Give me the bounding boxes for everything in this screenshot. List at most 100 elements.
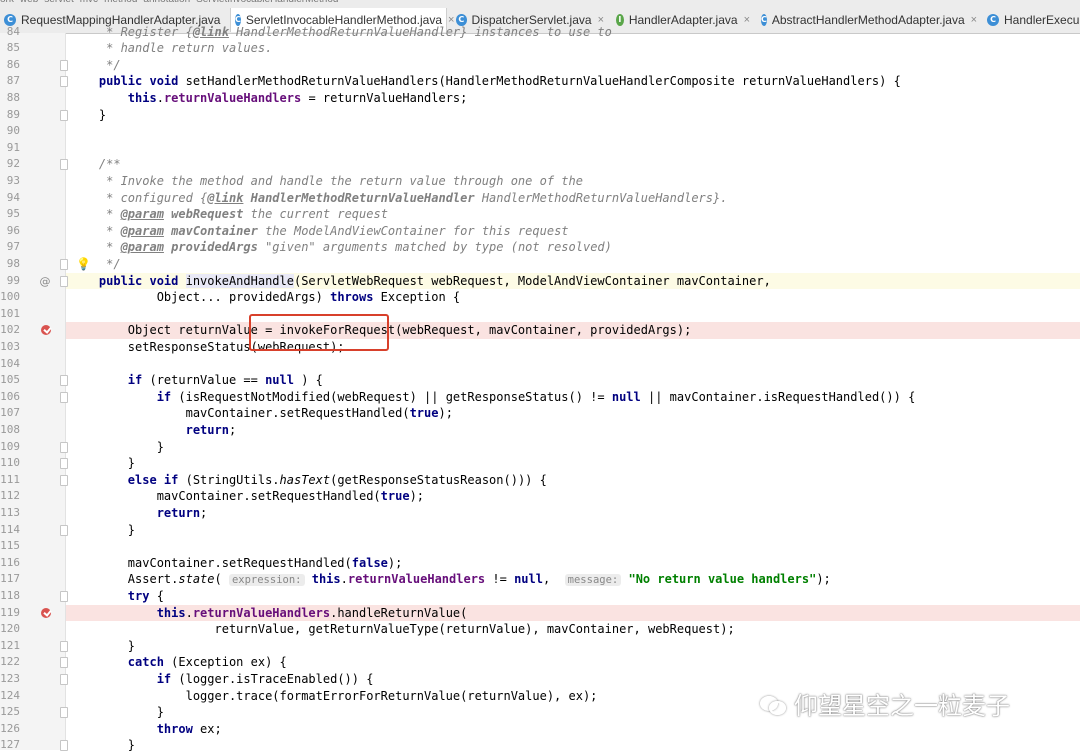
line-number[interactable]: 97 xyxy=(0,239,20,256)
line-number[interactable]: 126 xyxy=(0,721,20,738)
line-number[interactable]: 88 xyxy=(0,90,20,107)
code-text[interactable]: } xyxy=(70,522,135,539)
code-line[interactable]: 104 xyxy=(0,356,1080,373)
code-line[interactable]: 118 try { xyxy=(0,588,1080,605)
line-number[interactable]: 103 xyxy=(0,339,20,356)
code-text[interactable]: this.returnValueHandlers = returnValueHa… xyxy=(70,90,468,107)
fold-toggle-icon[interactable] xyxy=(60,375,68,387)
breadcrumb-item[interactable]: ork xyxy=(0,0,14,5)
line-number[interactable]: 113 xyxy=(0,505,20,522)
fold-toggle-icon[interactable] xyxy=(60,524,68,536)
breadcrumb-item[interactable]: method xyxy=(104,0,137,5)
line-number[interactable]: 122 xyxy=(0,654,20,671)
code-text[interactable]: public void setHandlerMethodReturnValueH… xyxy=(70,73,901,90)
line-number[interactable]: 107 xyxy=(0,405,20,422)
fold-toggle-icon[interactable] xyxy=(60,673,68,685)
line-number[interactable]: 106 xyxy=(0,389,20,406)
code-text[interactable]: throw ex; xyxy=(70,721,222,738)
fold-toggle-icon[interactable] xyxy=(60,458,68,470)
code-line[interactable]: 84 * Register {@link HandlerMethodReturn… xyxy=(0,24,1080,41)
code-line[interactable]: 91 xyxy=(0,140,1080,157)
code-line[interactable]: 94 * configured {@link HandlerMethodRetu… xyxy=(0,190,1080,207)
code-text[interactable]: mavContainer.setRequestHandled(false); xyxy=(70,555,403,572)
code-line[interactable]: 93 * Invoke the method and handle the re… xyxy=(0,173,1080,190)
line-number[interactable]: 96 xyxy=(0,223,20,240)
code-line[interactable]: 107 mavContainer.setRequestHandled(true)… xyxy=(0,405,1080,422)
line-number[interactable]: 124 xyxy=(0,688,20,705)
code-line[interactable]: 105 if (returnValue == null ) { xyxy=(0,372,1080,389)
code-text[interactable]: catch (Exception ex) { xyxy=(70,654,287,671)
breadcrumb-item[interactable]: mvc xyxy=(80,0,98,5)
code-text[interactable]: } xyxy=(70,704,164,721)
fold-toggle-icon[interactable] xyxy=(60,707,68,719)
fold-toggle-icon[interactable] xyxy=(60,76,68,88)
code-line[interactable]: 111 else if (StringUtils.hasText(getResp… xyxy=(0,472,1080,489)
line-number[interactable]: 91 xyxy=(0,140,20,157)
code-text[interactable]: return; xyxy=(70,505,208,522)
code-line[interactable]: 96 * @param mavContainer the ModelAndVie… xyxy=(0,223,1080,240)
line-number[interactable]: 87 xyxy=(0,73,20,90)
fold-toggle-icon[interactable] xyxy=(60,474,68,486)
line-number[interactable]: 100 xyxy=(0,289,20,306)
code-text[interactable]: logger.trace(formatErrorForReturnValue(r… xyxy=(70,688,598,705)
line-number[interactable]: 121 xyxy=(0,638,20,655)
code-line[interactable]: 109 } xyxy=(0,439,1080,456)
line-number[interactable]: 125 xyxy=(0,704,20,721)
fold-toggle-icon[interactable] xyxy=(60,258,68,270)
line-number[interactable]: 123 xyxy=(0,671,20,688)
code-text[interactable]: try { xyxy=(70,588,164,605)
code-text[interactable]: } xyxy=(70,737,135,754)
code-text[interactable]: return; xyxy=(70,422,237,439)
code-text[interactable]: if (logger.isTraceEnabled()) { xyxy=(70,671,374,688)
override-marker-icon[interactable]: @ xyxy=(38,275,52,288)
line-number[interactable]: 110 xyxy=(0,455,20,472)
code-line[interactable]: 103 setResponseStatus(webRequest); xyxy=(0,339,1080,356)
line-number[interactable]: 108 xyxy=(0,422,20,439)
line-number[interactable]: 115 xyxy=(0,538,20,555)
line-number[interactable]: 114 xyxy=(0,522,20,539)
code-line[interactable]: 108 return; xyxy=(0,422,1080,439)
fold-toggle-icon[interactable] xyxy=(60,590,68,602)
code-text[interactable]: * Invoke the method and handle the retur… xyxy=(70,173,583,190)
line-number[interactable]: 104 xyxy=(0,356,20,373)
code-line[interactable]: 86 */ xyxy=(0,57,1080,74)
fold-toggle-icon[interactable] xyxy=(60,275,68,287)
code-line[interactable]: 122 catch (Exception ex) { xyxy=(0,654,1080,671)
code-line[interactable]: 95 * @param webRequest the current reque… xyxy=(0,206,1080,223)
code-editor[interactable]: 84 * Register {@link HandlerMethodReturn… xyxy=(0,25,1080,752)
code-text[interactable]: if (returnValue == null ) { xyxy=(70,372,323,389)
code-line[interactable]: 101 xyxy=(0,306,1080,323)
fold-toggle-icon[interactable] xyxy=(60,640,68,652)
code-text[interactable]: returnValue, getReturnValueType(returnVa… xyxy=(70,621,734,638)
code-line[interactable]: 87 public void setHandlerMethodReturnVal… xyxy=(0,73,1080,90)
code-line[interactable]: 100 Object... providedArgs) throws Excep… xyxy=(0,289,1080,306)
code-line[interactable]: 110 } xyxy=(0,455,1080,472)
line-number[interactable]: 89 xyxy=(0,107,20,124)
line-number[interactable]: 127 xyxy=(0,737,20,754)
code-line[interactable]: 119 this.returnValueHandlers.handleRetur… xyxy=(0,604,1080,622)
line-number[interactable]: 112 xyxy=(0,488,20,505)
line-number[interactable]: 86 xyxy=(0,57,20,74)
code-line[interactable]: 97 * @param providedArgs "given" argumen… xyxy=(0,239,1080,256)
line-number[interactable]: 99 xyxy=(0,273,20,290)
line-number[interactable]: 118 xyxy=(0,588,20,605)
code-text[interactable]: * handle return values. xyxy=(70,40,272,57)
code-text[interactable]: if (isRequestNotModified(webRequest) || … xyxy=(70,389,916,406)
line-number[interactable]: 111 xyxy=(0,472,20,489)
code-line[interactable]: 85 * handle return values. xyxy=(0,40,1080,57)
line-number[interactable]: 92 xyxy=(0,156,20,173)
code-line[interactable]: 114 } xyxy=(0,522,1080,539)
breadcrumb-item[interactable]: ServletInvocableHandlerMethod xyxy=(196,0,338,5)
line-number[interactable]: 119 xyxy=(0,605,20,622)
code-text[interactable]: * @param providedArgs "given" arguments … xyxy=(70,239,612,256)
code-line[interactable]: 106 if (isRequestNotModified(webRequest)… xyxy=(0,389,1080,406)
fold-toggle-icon[interactable] xyxy=(60,109,68,121)
line-number[interactable]: 109 xyxy=(0,439,20,456)
line-number[interactable]: 116 xyxy=(0,555,20,572)
fold-toggle-icon[interactable] xyxy=(60,657,68,669)
breadcrumb-item[interactable]: web xyxy=(20,0,38,5)
code-text[interactable]: * Register {@link HandlerMethodReturnVal… xyxy=(70,24,612,41)
line-number[interactable]: 90 xyxy=(0,123,20,140)
code-line[interactable]: 112 mavContainer.setRequestHandled(true)… xyxy=(0,488,1080,505)
code-line[interactable]: 123 if (logger.isTraceEnabled()) { xyxy=(0,671,1080,688)
